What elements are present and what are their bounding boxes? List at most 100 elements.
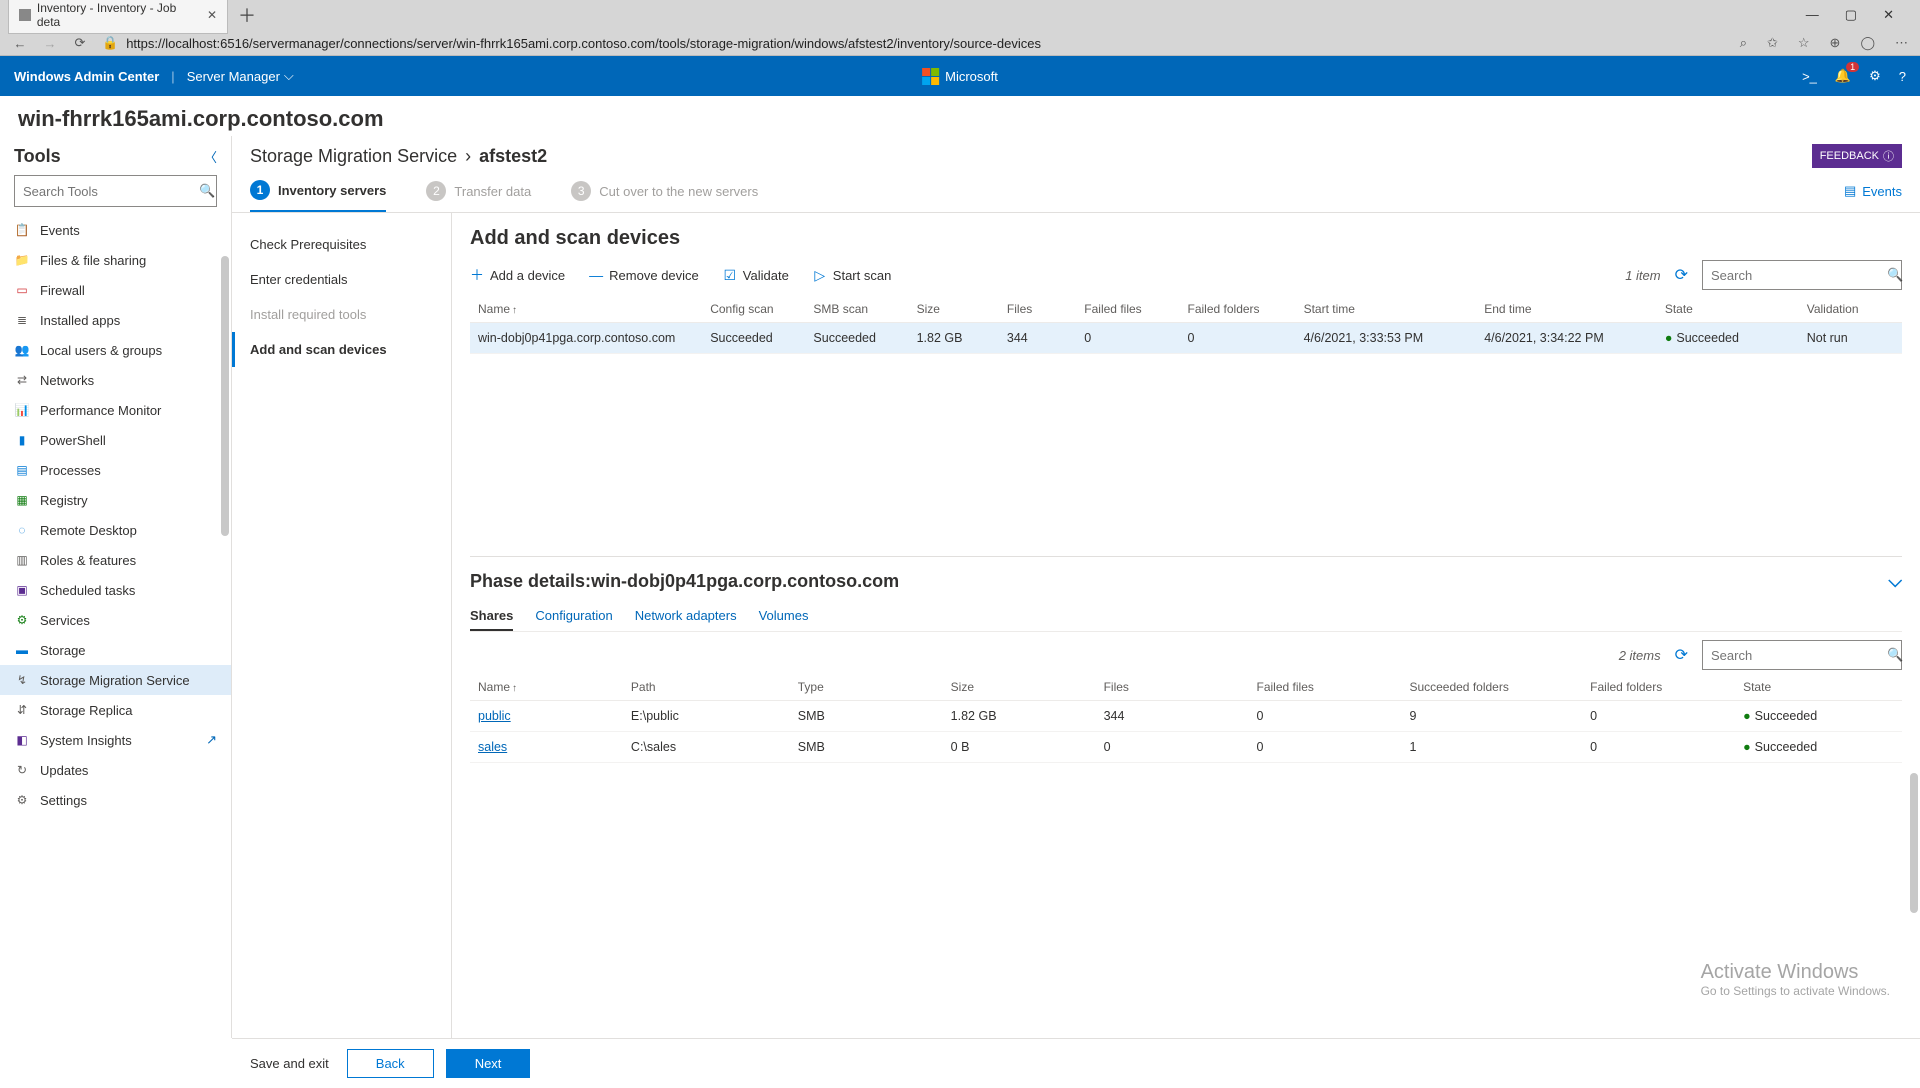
share-col-failed-folders[interactable]: Failed folders xyxy=(1582,674,1735,701)
more-icon[interactable]: ⋯ xyxy=(1895,35,1908,51)
wizard-step-3[interactable]: 3Cut over to the new servers xyxy=(571,181,758,211)
close-window-icon[interactable]: ✕ xyxy=(1883,7,1894,23)
sidebar-item-settings[interactable]: ⚙Settings xyxy=(0,785,231,815)
minimize-icon[interactable]: ― xyxy=(1806,7,1819,23)
share-col-path[interactable]: Path xyxy=(623,674,790,701)
back-button[interactable]: Back xyxy=(347,1049,434,1078)
share-col-succeeded-folders[interactable]: Succeeded folders xyxy=(1401,674,1582,701)
sidebar-item-services[interactable]: ⚙Services xyxy=(0,605,231,635)
device-col-state[interactable]: State xyxy=(1657,296,1799,323)
share-col-type[interactable]: Type xyxy=(790,674,943,701)
sidebar-item-networks[interactable]: ⇄Networks xyxy=(0,365,231,395)
share-row[interactable]: salesC:\salesSMB0 B0010●Succeeded xyxy=(470,732,1902,763)
help-icon[interactable]: ? xyxy=(1899,69,1906,84)
notifications-icon[interactable]: 🔔 xyxy=(1835,68,1851,84)
tab-configuration[interactable]: Configuration xyxy=(535,602,612,631)
sidebar-scrollbar[interactable] xyxy=(221,256,229,536)
sidebar-item-roles-features[interactable]: ▥Roles & features xyxy=(0,545,231,575)
tool-label: System Insights xyxy=(40,733,132,748)
tab-network-adapters[interactable]: Network adapters xyxy=(635,602,737,631)
brand: Microsoft xyxy=(922,68,998,85)
sidebar-item-scheduled-tasks[interactable]: ▣Scheduled tasks xyxy=(0,575,231,605)
sidebar-item-installed-apps[interactable]: ≣Installed apps xyxy=(0,305,231,335)
detail-scrollbar[interactable] xyxy=(1910,773,1918,913)
share-link[interactable]: sales xyxy=(478,740,507,754)
sidebar-item-files-file-sharing[interactable]: 📁Files & file sharing xyxy=(0,245,231,275)
device-row[interactable]: win-dobj0p41pga.corp.contoso.comSucceede… xyxy=(470,323,1902,354)
sidebar-item-storage-replica[interactable]: ⇵Storage Replica xyxy=(0,695,231,725)
sidebar-item-remote-desktop[interactable]: ◌Remote Desktop xyxy=(0,515,231,545)
share-col-files[interactable]: Files xyxy=(1096,674,1249,701)
add-device-button[interactable]: ＋Add a device xyxy=(470,265,565,285)
sidebar-item-performance-monitor[interactable]: 📊Performance Monitor xyxy=(0,395,231,425)
close-tab-icon[interactable]: ✕ xyxy=(207,8,217,22)
star-icon[interactable]: ✩ xyxy=(1767,35,1778,51)
device-col-failed-files[interactable]: Failed files xyxy=(1076,296,1179,323)
search-tools-input[interactable]: 🔍 xyxy=(14,175,217,207)
back-icon[interactable]: ← xyxy=(12,35,28,51)
substep-check-prerequisites[interactable]: Check Prerequisites xyxy=(232,227,451,262)
device-col-validation[interactable]: Validation xyxy=(1799,296,1902,323)
collapse-phase-icon[interactable]: ⌵ xyxy=(1888,571,1902,592)
device-col-files[interactable]: Files xyxy=(999,296,1076,323)
device-col-size[interactable]: Size xyxy=(909,296,999,323)
share-link[interactable]: public xyxy=(478,709,511,723)
collections-icon[interactable]: ⊕ xyxy=(1830,35,1841,51)
context-dropdown[interactable]: Server Manager ⌵ xyxy=(187,68,294,84)
key-icon[interactable]: ⌕ xyxy=(1740,35,1747,51)
next-button[interactable]: Next xyxy=(446,1049,531,1078)
sidebar-item-events[interactable]: 📋Events xyxy=(0,215,231,245)
device-col-name[interactable]: Name↑ xyxy=(470,296,702,323)
profile-icon[interactable]: ◯ xyxy=(1860,35,1875,51)
step-label: Inventory servers xyxy=(278,183,386,198)
events-link[interactable]: ▤ Events xyxy=(1844,183,1902,209)
start-scan-button[interactable]: ▷Start scan xyxy=(813,267,892,284)
sidebar-item-storage-migration-service[interactable]: ↯Storage Migration Service xyxy=(0,665,231,695)
address-bar[interactable]: 🔒 https://localhost:6516/servermanager/c… xyxy=(102,35,1726,51)
browser-tab[interactable]: Inventory - Inventory - Job deta ✕ xyxy=(8,0,228,34)
sidebar-item-powershell[interactable]: ▮PowerShell xyxy=(0,425,231,455)
device-col-start-time[interactable]: Start time xyxy=(1296,296,1477,323)
share-search-input[interactable]: 🔍 xyxy=(1702,640,1902,670)
sidebar-item-registry[interactable]: ▦Registry xyxy=(0,485,231,515)
sidebar-item-processes[interactable]: ▤Processes xyxy=(0,455,231,485)
device-col-config-scan[interactable]: Config scan xyxy=(702,296,805,323)
validate-button[interactable]: ☑Validate xyxy=(723,267,789,284)
favorites-icon[interactable]: ☆ xyxy=(1798,35,1810,51)
tool-icon: ▭ xyxy=(14,282,30,298)
wizard-step-1[interactable]: 1Inventory servers xyxy=(250,180,386,212)
tool-icon: 📋 xyxy=(14,222,30,238)
breadcrumb-root[interactable]: Storage Migration Service xyxy=(250,146,457,167)
settings-icon[interactable]: ⚙ xyxy=(1869,68,1881,84)
tab-shares[interactable]: Shares xyxy=(470,602,513,631)
sidebar-item-storage[interactable]: ▬Storage xyxy=(0,635,231,665)
feedback-button[interactable]: FEEDBACK ⓘ xyxy=(1812,144,1902,168)
refresh-shares-icon[interactable]: ⟳ xyxy=(1675,645,1688,665)
sidebar-item-updates[interactable]: ↻Updates xyxy=(0,755,231,785)
share-row[interactable]: publicE:\publicSMB1.82 GB344090●Succeede… xyxy=(470,701,1902,732)
substep-add-and-scan-devices[interactable]: Add and scan devices xyxy=(232,332,451,367)
device-col-end-time[interactable]: End time xyxy=(1476,296,1657,323)
tab-volumes[interactable]: Volumes xyxy=(759,602,809,631)
refresh-devices-icon[interactable]: ⟳ xyxy=(1675,265,1688,285)
maximize-icon[interactable]: ▢ xyxy=(1845,7,1857,23)
powershell-icon[interactable]: >_ xyxy=(1802,69,1817,84)
sidebar-item-firewall[interactable]: ▭Firewall xyxy=(0,275,231,305)
wizard-step-2[interactable]: 2Transfer data xyxy=(426,181,531,211)
share-col-name[interactable]: Name↑ xyxy=(470,674,623,701)
share-col-failed-files[interactable]: Failed files xyxy=(1249,674,1402,701)
sidebar-item-system-insights[interactable]: ◧System Insights↗ xyxy=(0,725,231,755)
device-col-failed-folders[interactable]: Failed folders xyxy=(1180,296,1296,323)
share-col-state[interactable]: State xyxy=(1735,674,1902,701)
substep-enter-credentials[interactable]: Enter credentials xyxy=(232,262,451,297)
collapse-sidebar-icon[interactable]: 〈 xyxy=(204,147,217,166)
share-col-size[interactable]: Size xyxy=(943,674,1096,701)
save-and-exit-button[interactable]: Save and exit xyxy=(250,1056,329,1071)
device-search-input[interactable]: 🔍 xyxy=(1702,260,1902,290)
device-col-smb-scan[interactable]: SMB scan xyxy=(805,296,908,323)
sidebar-item-local-users-groups[interactable]: 👥Local users & groups xyxy=(0,335,231,365)
new-tab-button[interactable]: ＋ xyxy=(232,2,262,28)
refresh-icon[interactable]: ⟳ xyxy=(72,35,88,51)
device-toolbar: ＋Add a device ―Remove device ☑Validate ▷… xyxy=(470,260,1902,290)
remove-device-button[interactable]: ―Remove device xyxy=(589,267,699,283)
